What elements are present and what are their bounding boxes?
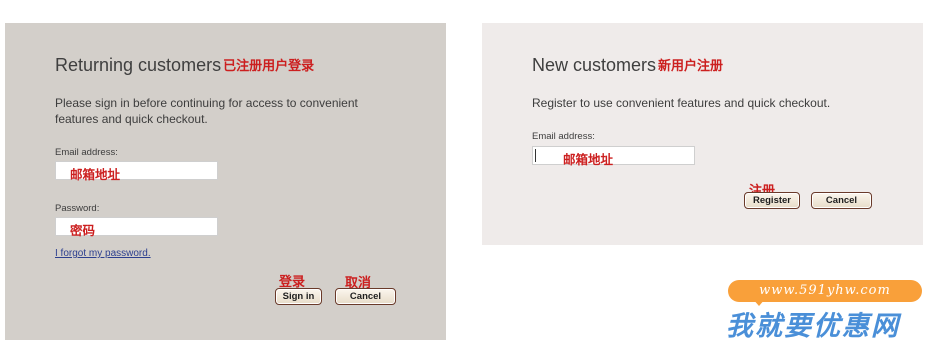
password-placeholder-cn: 密码 (70, 223, 96, 238)
new-title-text: New customers (532, 55, 657, 75)
watermark-url: www.591yhw.com (759, 283, 891, 298)
signin-button[interactable]: Sign in (275, 288, 322, 305)
new-description: Register to use convenient features and … (532, 96, 831, 110)
returning-customers-panel: Returning customers 已注册用户登录 Please sign i… (5, 23, 446, 340)
text-caret (535, 149, 536, 162)
watermark-logo-text: 我就要优惠网 (726, 311, 900, 342)
returning-customers-title: Returning customers 已注册用户登录 (55, 55, 314, 76)
password-label: Password: (55, 203, 100, 214)
new-email-input[interactable]: 邮箱地址 (532, 146, 695, 167)
watermark-url-bubble: www.591yhw.com (728, 280, 922, 306)
new-customers-title: New customers 新用户注册 (532, 55, 723, 76)
returning-description: Please sign in before continuing for acc… (55, 96, 358, 126)
new-customers-panel: New customers 新用户注册 Register to use conve… (482, 23, 923, 245)
register-button[interactable]: Register (744, 192, 800, 209)
new-email-label: Email address: (532, 131, 595, 142)
password-input[interactable]: 密码 (55, 217, 218, 238)
new-title-cn: 新用户注册 (658, 59, 724, 74)
returning-email-label: Email address: (55, 147, 118, 158)
forgot-password-link[interactable]: I forgot my password. (55, 248, 151, 259)
returning-email-placeholder-cn: 邮箱地址 (70, 167, 121, 182)
new-email-placeholder-cn: 邮箱地址 (563, 152, 614, 167)
returning-title-cn: 已注册用户登录 (223, 59, 315, 74)
returning-email-input[interactable]: 邮箱地址 (55, 161, 218, 182)
new-cancel-button[interactable]: Cancel (811, 192, 872, 209)
returning-cancel-button[interactable]: Cancel (335, 288, 396, 305)
returning-title-text: Returning customers (55, 55, 222, 75)
